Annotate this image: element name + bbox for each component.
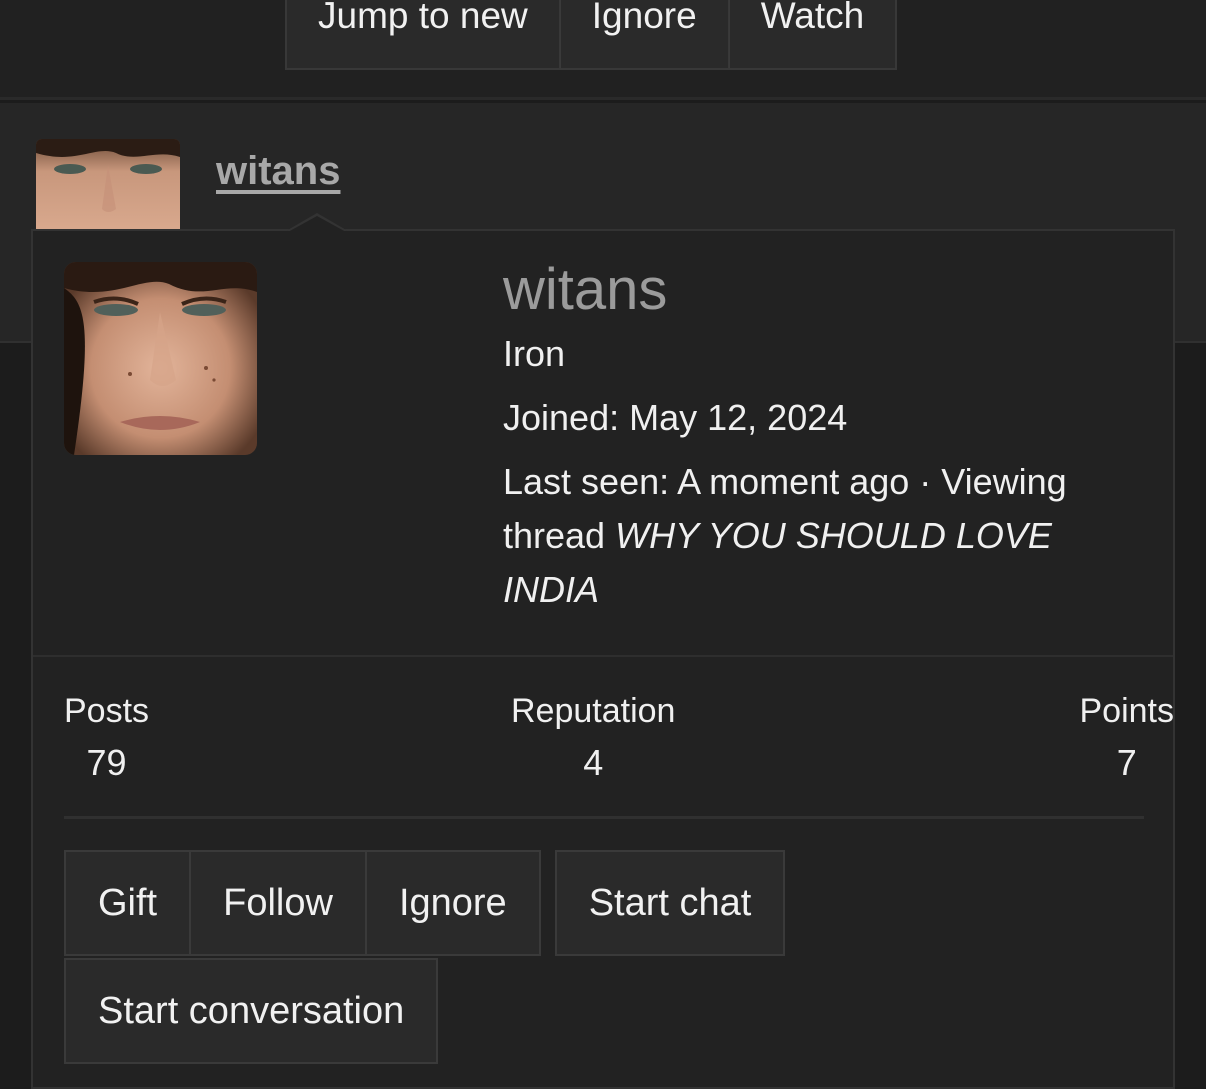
follow-label: Follow bbox=[223, 881, 333, 924]
post-username-link[interactable]: witans bbox=[216, 149, 340, 194]
member-stats: Posts 79 Reputation 4 Points 7 bbox=[64, 657, 1174, 817]
stat-posts-value: 79 bbox=[86, 742, 127, 783]
stat-points: Points 7 bbox=[1080, 687, 1175, 791]
member-avatar[interactable] bbox=[64, 262, 257, 455]
joined-label: Joined: bbox=[503, 397, 620, 438]
member-actions-row-2: Start conversation bbox=[64, 958, 452, 1064]
stat-posts-label: Posts bbox=[64, 692, 150, 730]
stat-reputation: Reputation 4 bbox=[511, 687, 675, 791]
start-conversation-button[interactable]: Start conversation bbox=[64, 958, 439, 1064]
thread-action-bar: Jump to new Ignore Watch bbox=[0, 0, 1206, 100]
stat-reputation-value: 4 bbox=[583, 742, 604, 783]
watch-thread-label: Watch bbox=[760, 0, 865, 36]
chat-action-group: Start chat bbox=[554, 850, 786, 956]
stats-divider bbox=[64, 816, 1144, 819]
member-action-group: Gift Follow Ignore bbox=[64, 850, 541, 956]
stat-points-value: 7 bbox=[1116, 742, 1137, 783]
member-last-seen: Last seen: A moment ago · Viewing thread… bbox=[503, 455, 1143, 617]
watch-thread-button[interactable]: Watch bbox=[728, 0, 898, 70]
start-chat-label: Start chat bbox=[588, 881, 752, 924]
member-username[interactable]: witans bbox=[503, 255, 1143, 325]
gift-label: Gift bbox=[98, 881, 158, 924]
conversation-action-group: Start conversation bbox=[64, 958, 439, 1064]
thread-action-group: Jump to new Ignore Watch bbox=[285, 0, 898, 70]
follow-button[interactable]: Follow bbox=[189, 850, 367, 956]
last-seen-value: A moment ago bbox=[677, 461, 910, 502]
member-actions-row-1: Gift Follow Ignore Start chat bbox=[64, 850, 799, 956]
member-joined: Joined: May 12, 2024 bbox=[503, 391, 1143, 445]
start-chat-button[interactable]: Start chat bbox=[554, 850, 786, 956]
stat-points-label: Points bbox=[1079, 692, 1175, 730]
gift-button[interactable]: Gift bbox=[64, 850, 192, 956]
jump-to-new-button[interactable]: Jump to new bbox=[285, 0, 561, 70]
member-info: witans Iron Joined: May 12, 2024 Last se… bbox=[503, 255, 1143, 617]
start-conversation-label: Start conversation bbox=[98, 989, 405, 1032]
jump-to-new-label: Jump to new bbox=[318, 0, 528, 36]
stat-reputation-label: Reputation bbox=[511, 692, 676, 730]
stat-posts: Posts 79 bbox=[64, 687, 149, 791]
ignore-thread-button[interactable]: Ignore bbox=[559, 0, 730, 70]
ignore-member-button[interactable]: Ignore bbox=[364, 850, 541, 956]
ignore-member-label: Ignore bbox=[398, 881, 507, 924]
tooltip-arrow bbox=[286, 213, 348, 232]
post-avatar[interactable] bbox=[36, 139, 180, 231]
last-seen-label: Last seen: bbox=[503, 461, 670, 502]
member-tooltip: witans Iron Joined: May 12, 2024 Last se… bbox=[31, 213, 1175, 1089]
member-rank: Iron bbox=[503, 333, 566, 374]
joined-date: May 12, 2024 bbox=[629, 397, 848, 438]
ignore-thread-label: Ignore bbox=[591, 0, 697, 36]
